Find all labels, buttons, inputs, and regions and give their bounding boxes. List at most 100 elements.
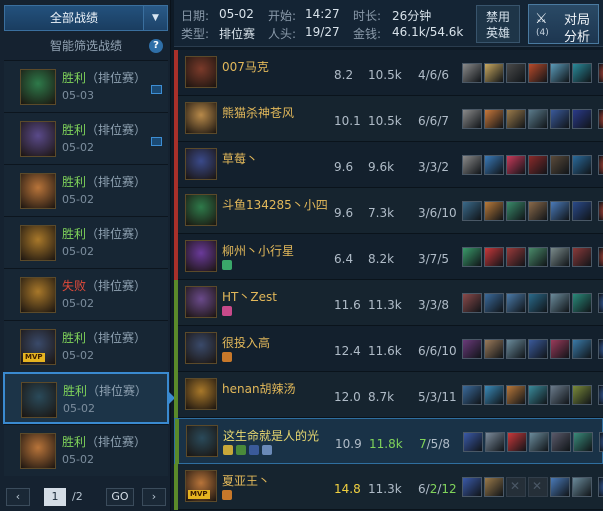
item-icon[interactable] (484, 293, 504, 313)
player-name[interactable]: 熊猫杀神苍风 (222, 104, 294, 121)
item-icon[interactable] (485, 432, 505, 452)
item-icon[interactable] (572, 155, 592, 175)
image-icon[interactable] (151, 137, 162, 146)
item-icon[interactable] (550, 109, 570, 129)
item-icon[interactable] (484, 385, 504, 405)
match-list-item[interactable]: 胜利（排位赛） 05-02 (4, 164, 168, 216)
item-icon[interactable] (572, 293, 592, 313)
item-icon[interactable] (528, 293, 548, 313)
item-icon[interactable] (462, 201, 482, 221)
player-name[interactable]: 007马克 (222, 58, 269, 75)
item-icon[interactable] (573, 432, 593, 452)
ban-heroes-button[interactable]: 禁用 英雄 (476, 5, 520, 43)
trinket-icon[interactable] (598, 201, 603, 221)
item-icon[interactable] (506, 385, 526, 405)
smart-filter-label[interactable]: 智能筛选战绩 (4, 36, 168, 56)
item-icon[interactable] (550, 63, 570, 83)
trinket-icon[interactable] (598, 477, 603, 497)
item-icon[interactable] (551, 432, 571, 452)
chevron-down-icon[interactable]: ▼ (144, 5, 168, 31)
item-icon[interactable] (506, 293, 526, 313)
trinket-icon[interactable] (598, 385, 603, 405)
player-name[interactable]: 这生命就是人的光 (223, 427, 319, 444)
player-name[interactable]: HT丶Zest (222, 288, 277, 305)
help-icon[interactable]: ? (149, 39, 163, 53)
item-icon[interactable] (550, 201, 570, 221)
image-icon[interactable] (151, 85, 162, 94)
page-input[interactable]: 1 (44, 488, 66, 506)
player-name[interactable]: henan胡辣汤 (222, 380, 296, 397)
item-icon[interactable] (529, 432, 549, 452)
item-icon[interactable] (484, 63, 504, 83)
match-list-item[interactable]: 胜利（排位赛） 05-02 (4, 216, 168, 268)
item-icon[interactable] (550, 247, 570, 267)
item-icon[interactable] (528, 109, 548, 129)
match-list-item[interactable]: 胜利（排位赛） 05-02 (3, 372, 175, 424)
item-icon[interactable] (462, 247, 482, 267)
match-list-item[interactable]: 胜利（排位赛） 05-02 (4, 424, 168, 476)
trinket-icon[interactable] (598, 339, 603, 359)
player-name[interactable]: 夏亚王丶 (222, 472, 270, 489)
item-icon[interactable] (572, 385, 592, 405)
item-icon[interactable] (462, 385, 482, 405)
item-icon[interactable] (506, 155, 526, 175)
item-icon[interactable] (528, 339, 548, 359)
trinket-icon[interactable] (598, 155, 603, 175)
item-icon[interactable] (484, 155, 504, 175)
trinket-icon[interactable] (598, 109, 603, 129)
item-icon[interactable] (484, 201, 504, 221)
item-icon[interactable] (462, 339, 482, 359)
item-icon[interactable] (550, 385, 570, 405)
item-icon[interactable] (572, 247, 592, 267)
item-icon[interactable] (506, 339, 526, 359)
item-icon[interactable] (572, 109, 592, 129)
item-icon[interactable] (506, 63, 526, 83)
item-icon[interactable] (507, 432, 527, 452)
next-page-button[interactable]: › (142, 488, 166, 506)
item-icon[interactable] (463, 432, 483, 452)
item-icon[interactable] (506, 247, 526, 267)
item-icon[interactable] (462, 155, 482, 175)
item-icon[interactable] (572, 63, 592, 83)
all-matches-button[interactable]: 全部战绩 (4, 5, 144, 31)
item-icon[interactable] (462, 477, 482, 497)
player-name[interactable]: 柳州丶小行星 (222, 242, 294, 259)
match-list-item[interactable]: 胜利（排位赛） 05-02 (4, 112, 168, 164)
item-icon[interactable] (462, 63, 482, 83)
trinket-icon[interactable] (598, 63, 603, 83)
item-icon[interactable] (528, 385, 548, 405)
item-icon[interactable] (462, 109, 482, 129)
item-icon[interactable] (528, 201, 548, 221)
trinket-icon[interactable] (598, 293, 603, 313)
item-icon[interactable] (484, 477, 504, 497)
item-icon[interactable] (550, 339, 570, 359)
item-icon[interactable] (528, 247, 548, 267)
item-icon[interactable] (506, 201, 526, 221)
item-icon[interactable] (550, 477, 570, 497)
go-button[interactable]: GO (106, 488, 134, 506)
player-name[interactable]: 草莓丶 (222, 150, 258, 167)
item-icon[interactable] (506, 109, 526, 129)
trinket-icon[interactable] (598, 247, 603, 267)
item-icon[interactable] (484, 339, 504, 359)
empty-item-slot[interactable] (528, 477, 548, 497)
match-analysis-button[interactable]: ⚔ (4) 对局 分析 (528, 4, 599, 45)
player-name[interactable]: 斗鱼134285丶小四 (222, 196, 328, 213)
item-icon[interactable] (572, 477, 592, 497)
item-icon[interactable] (572, 339, 592, 359)
prev-page-button[interactable]: ‹ (6, 488, 30, 506)
item-icon[interactable] (528, 155, 548, 175)
player-name[interactable]: 很投入高 (222, 334, 270, 351)
empty-item-slot[interactable] (506, 477, 526, 497)
match-list-item[interactable]: 胜利（排位赛） 05-03 (4, 60, 168, 112)
item-icon[interactable] (528, 63, 548, 83)
item-icon[interactable] (462, 293, 482, 313)
trinket-icon[interactable] (599, 432, 603, 452)
item-icon[interactable] (484, 247, 504, 267)
item-icon[interactable] (550, 155, 570, 175)
item-icon[interactable] (550, 293, 570, 313)
item-icon[interactable] (484, 109, 504, 129)
item-icon[interactable] (572, 201, 592, 221)
match-list-item[interactable]: MVP 胜利（排位赛） 05-02 (4, 320, 168, 372)
match-list-item[interactable]: 失败（排位赛） 05-02 (4, 268, 168, 320)
